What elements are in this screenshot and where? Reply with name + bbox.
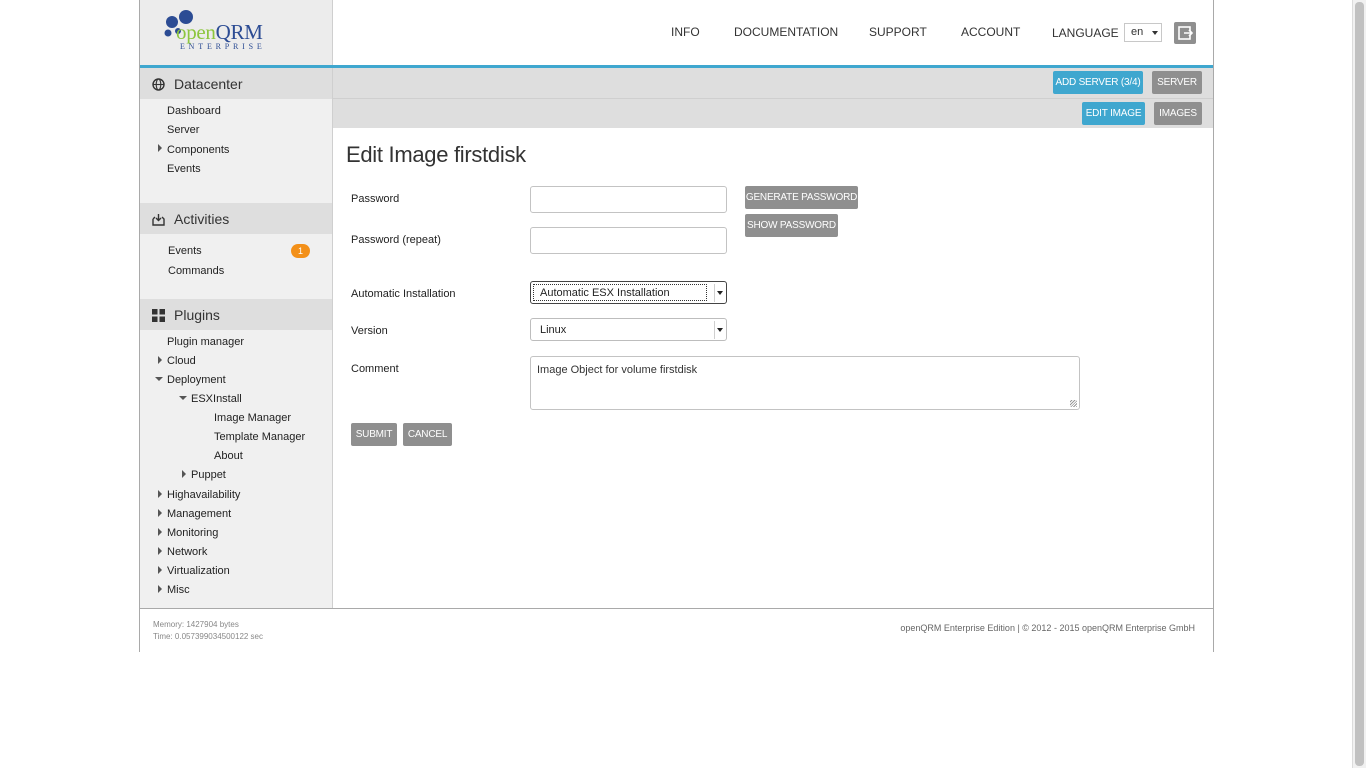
sidebar-item-puppet[interactable]: Puppet [191,469,226,481]
globe-icon [152,78,165,91]
section-title: Activities [174,211,230,227]
footer-time: Time: 0.057399034500122 sec [153,632,264,641]
sidebar-item-monitoring[interactable]: Monitoring [167,527,218,539]
section-title: Datacenter [174,76,243,92]
chevron-down-icon [717,328,723,332]
caret-right-icon[interactable] [158,528,162,536]
edit-image-button[interactable]: EDIT IMAGE [1082,102,1145,125]
logout-button[interactable] [1174,22,1196,44]
sidebar-item-server[interactable]: Server [167,124,199,136]
cancel-button[interactable]: CANCEL [403,423,452,446]
caret-right-icon[interactable] [182,470,186,478]
grid-icon [152,309,165,322]
footer-memory: Memory: 1427904 bytes [153,620,239,629]
sidebar-item-highavailability[interactable]: Highavailability [167,489,240,501]
page-title: Edit Image firstdisk [346,142,526,167]
chevron-down-icon [717,291,723,295]
sidebar-item-activity-events[interactable]: Events [168,245,202,257]
show-password-button[interactable]: SHOW PASSWORD [745,214,838,237]
add-server-button[interactable]: ADD SERVER (3/4) [1053,71,1143,94]
sidebar: Datacenter Dashboard Server Components E… [140,68,333,608]
version-label: Version [351,325,388,337]
submit-button[interactable]: SUBMIT [351,423,397,446]
sidebar-item-deployment[interactable]: Deployment [167,374,226,386]
caret-right-icon[interactable] [158,566,162,574]
language-label: LANGUAGE [1052,26,1119,40]
password-repeat-input[interactable] [530,227,727,254]
sidebar-item-esxinstall[interactable]: ESXInstall [191,393,242,405]
sidebar-item-plugin-manager[interactable]: Plugin manager [167,336,244,348]
footer: Memory: 1427904 bytes Time: 0.0573990345… [140,608,1213,652]
automatic-installation-label: Automatic Installation [351,288,456,300]
top-navigation: INFO DOCUMENTATION SUPPORT ACCOUNT LANGU… [333,0,1213,65]
comment-label: Comment [351,363,399,375]
resize-grip-icon[interactable] [1070,400,1077,407]
app-frame: openQRM ENTERPRISE INFO DOCUMENTATION SU… [139,0,1214,652]
scrollbar-thumb[interactable] [1355,2,1364,766]
logo[interactable]: openQRM ENTERPRISE [140,0,333,65]
caret-right-icon[interactable] [158,547,162,555]
password-repeat-label: Password (repeat) [351,234,441,246]
caret-right-icon[interactable] [158,585,162,593]
nav-info[interactable]: INFO [671,25,700,39]
automatic-installation-select[interactable]: Automatic ESX Installation [530,281,727,304]
logo-subtitle: ENTERPRISE [180,42,266,51]
password-label: Password [351,193,400,205]
nav-documentation[interactable]: DOCUMENTATION [734,25,838,39]
section-plugins[interactable]: Plugins [140,299,332,330]
events-count-badge: 1 [291,244,310,258]
comment-value: Image Object for volume firstdisk [537,364,698,376]
sidebar-item-about[interactable]: About [214,450,243,462]
caret-right-icon[interactable] [158,356,162,364]
comment-textarea[interactable]: Image Object for volume firstdisk [530,356,1080,410]
section-datacenter[interactable]: Datacenter [140,68,332,99]
caret-down-icon[interactable] [179,396,187,400]
sidebar-item-events[interactable]: Events [167,163,201,175]
sidebar-item-commands[interactable]: Commands [168,265,224,277]
server-toolbar: ADD SERVER (3/4) SERVER [333,68,1213,98]
language-value: en [1131,26,1144,38]
sidebar-item-virtualization[interactable]: Virtualization [167,565,230,577]
nav-account[interactable]: ACCOUNT [961,25,1020,39]
password-input[interactable] [530,186,727,213]
page-scrollbar[interactable] [1352,0,1366,768]
sidebar-item-cloud[interactable]: Cloud [167,355,196,367]
caret-right-icon[interactable] [158,509,162,517]
nav-support[interactable]: SUPPORT [869,25,927,39]
section-activities[interactable]: Activities [140,203,332,234]
chevron-down-icon [1152,31,1158,35]
footer-copyright: openQRM Enterprise Edition | © 2012 - 20… [900,623,1195,633]
caret-down-icon[interactable] [155,377,163,381]
caret-right-icon[interactable] [158,144,162,152]
language-select[interactable]: en [1124,23,1162,42]
caret-right-icon[interactable] [158,490,162,498]
version-select[interactable]: Linux [530,318,727,341]
server-button[interactable]: SERVER [1152,71,1202,94]
images-button[interactable]: IMAGES [1154,102,1202,125]
image-toolbar: EDIT IMAGE IMAGES [333,98,1213,128]
sidebar-item-components[interactable]: Components [167,144,229,156]
version-value: Linux [540,324,567,336]
sidebar-item-management[interactable]: Management [167,508,231,520]
generate-password-button[interactable]: GENERATE PASSWORD [745,186,858,209]
sidebar-item-image-manager[interactable]: Image Manager [214,412,291,424]
logout-icon [1178,26,1194,40]
sidebar-item-network[interactable]: Network [167,546,207,558]
inbox-icon [152,214,165,226]
sidebar-item-dashboard[interactable]: Dashboard [167,105,221,117]
sidebar-item-template-manager[interactable]: Template Manager [214,431,305,443]
sidebar-item-misc[interactable]: Misc [167,584,190,596]
section-title: Plugins [174,307,220,323]
